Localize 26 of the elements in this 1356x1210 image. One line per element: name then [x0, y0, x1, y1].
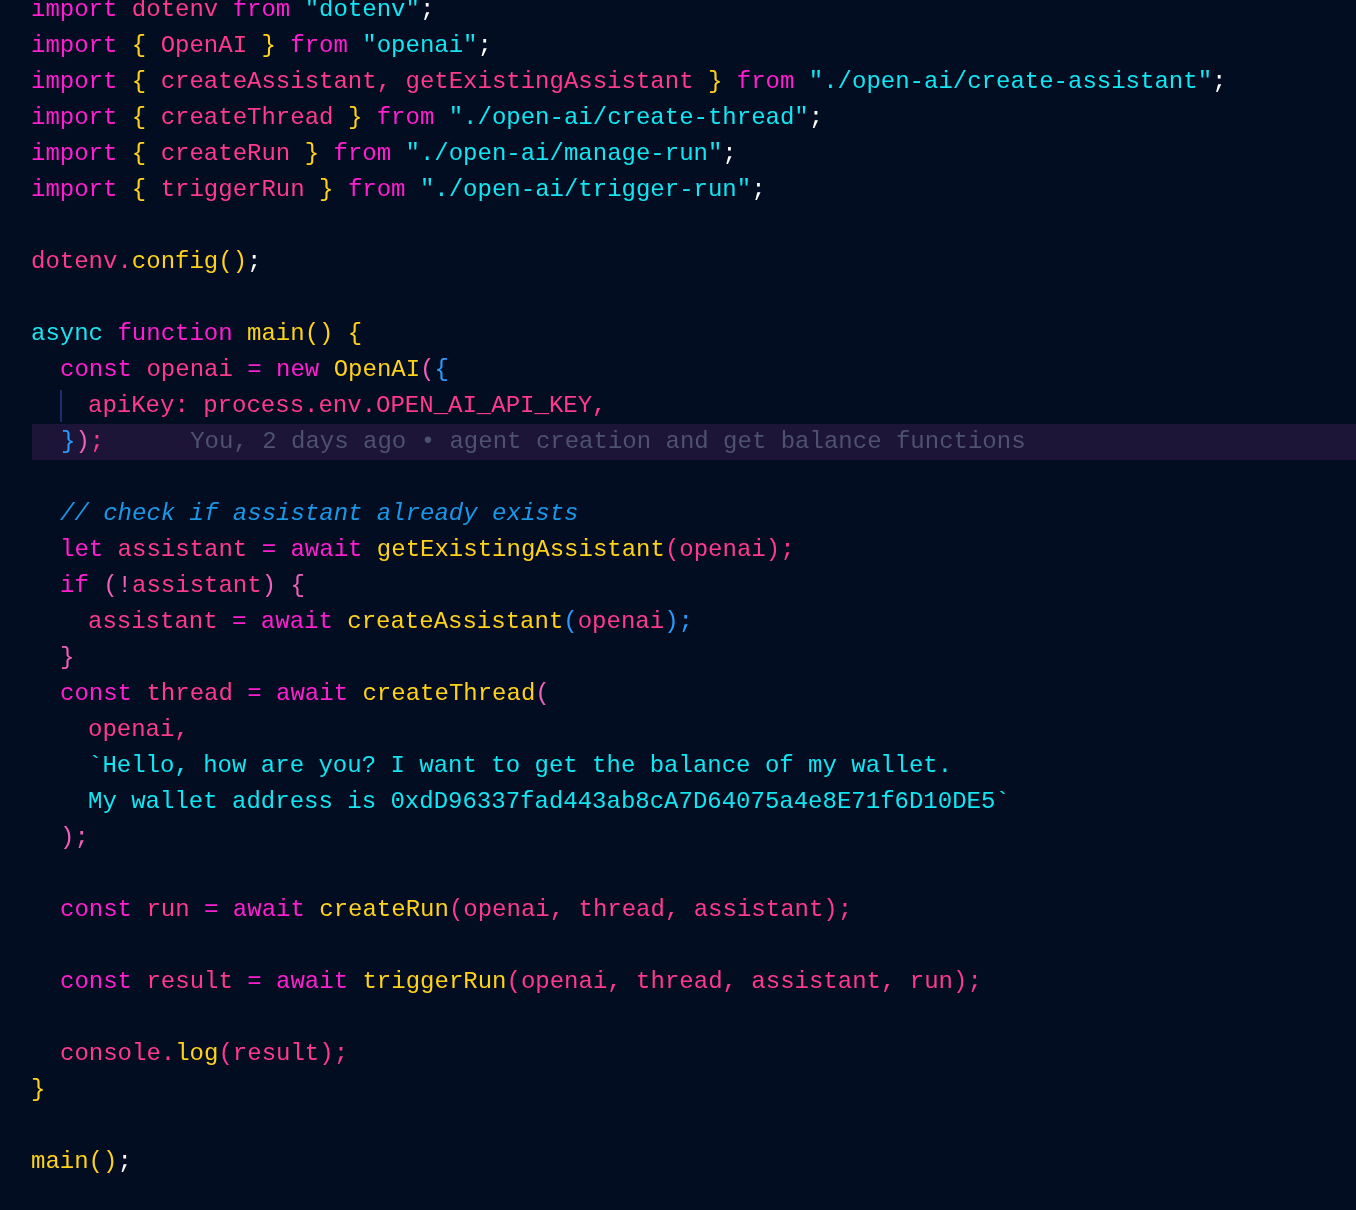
code-line: }: [60, 643, 75, 673]
code-line: openai,: [88, 715, 189, 745]
code-line: });: [61, 427, 105, 457]
code-line: main();: [31, 1147, 132, 1177]
code-line: import { OpenAI } from "openai";: [31, 31, 492, 61]
code-line: `Hello, how are you? I want to get the balance of my wallet.: [88, 751, 953, 781]
code-line: let assistant = await getExistingAssistant(openai);: [60, 535, 795, 565]
code-line: const thread = await createThread(: [60, 679, 550, 709]
code-line: import { triggerRun } from "./open-ai/trigger-run";: [31, 175, 766, 205]
git-blame-annotation: You, 2 days ago • agent creation and get balance functions: [190, 427, 1026, 457]
code-line: dotenv.config();: [31, 247, 262, 277]
code-line: if (!assistant) {: [60, 571, 305, 601]
code-line: import { createRun } from "./open-ai/manage-run";: [31, 139, 737, 169]
code-line: const result = await triggerRun(openai, thread, assistant, run);: [60, 967, 982, 997]
code-line: // check if assistant already exists: [60, 499, 579, 529]
code-line: import { createAssistant, getExistingAssistant } from "./open-ai/create-assistant";: [31, 67, 1227, 97]
code-line: async function main() {: [31, 319, 363, 349]
code-line: console.log(result);: [60, 1039, 349, 1069]
code-line: );: [60, 823, 89, 853]
code-line: const run = await createRun(openai, thread, assistant);: [60, 895, 853, 925]
code-line: My wallet address is 0xdD96337fad443ab8cA7D64075a4e8E71f6D10DE5`: [88, 787, 1010, 817]
code-line: apiKey: process.env.OPEN_AI_API_KEY,: [88, 391, 607, 421]
code-line: }: [31, 1075, 46, 1105]
code-line: assistant = await createAssistant(openai);: [88, 607, 693, 637]
code-line: import { createThread } from "./open-ai/create-thread";: [31, 103, 824, 133]
code-line: const openai = new OpenAI({: [60, 355, 449, 385]
